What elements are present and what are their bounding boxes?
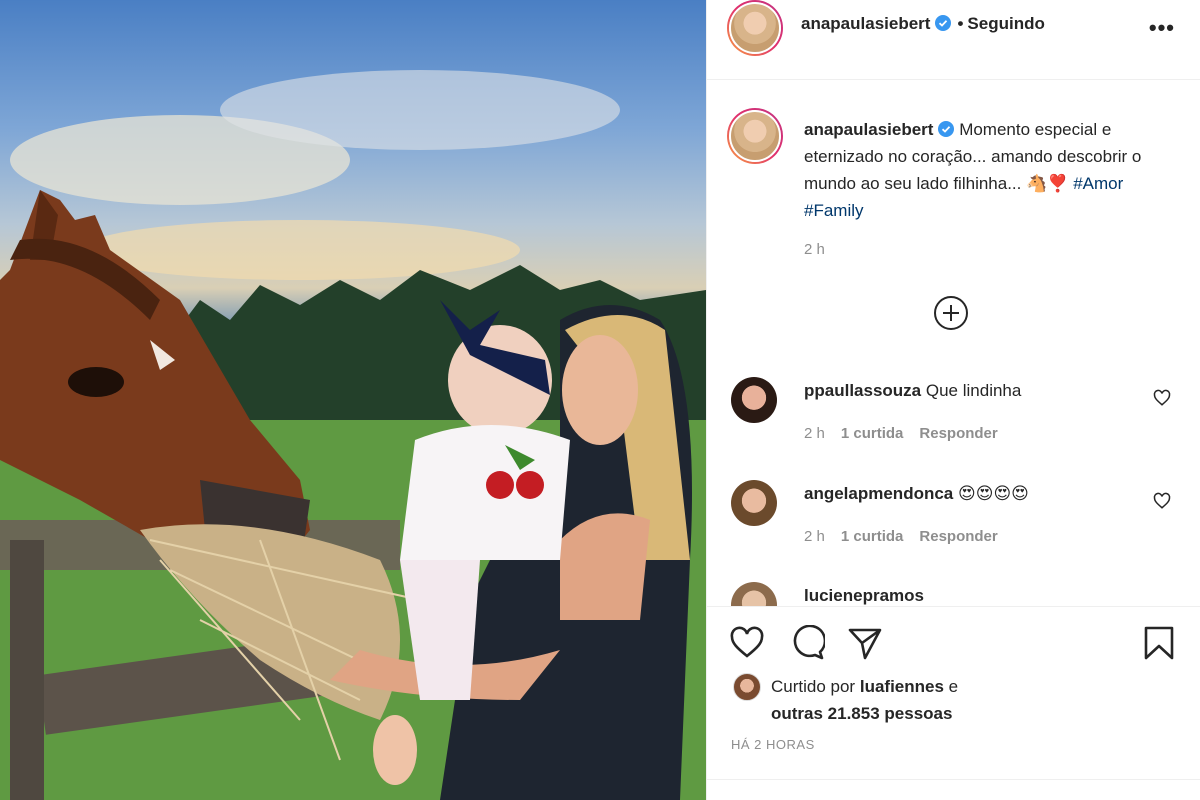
verified-icon [935, 15, 952, 31]
comment-username[interactable]: angelapmendonca [804, 484, 953, 503]
heart-icon[interactable] [1153, 389, 1171, 407]
comment-text: Que lindinha [925, 381, 1022, 400]
likes-conjunction: e [948, 677, 959, 696]
likes-summary: Curtido por luafiennes e outras 21.853 p… [771, 673, 1171, 727]
heart-icon[interactable] [1153, 492, 1171, 510]
liker-username[interactable]: luafiennes [860, 677, 944, 696]
caption-emojis: 🐴❣️ [1026, 174, 1069, 193]
share-icon[interactable] [847, 625, 883, 661]
likes-prefix: Curtido por [771, 677, 856, 696]
comment-time: 2 h [804, 425, 825, 442]
divider [707, 779, 1200, 780]
author-avatar[interactable] [727, 0, 783, 56]
add-comments-icon[interactable] [934, 296, 968, 330]
photo-illustration [0, 70, 706, 800]
comment-icon[interactable] [789, 625, 825, 661]
reply-button[interactable]: Responder [919, 528, 997, 545]
caption-username[interactable]: anapaulasiebert [804, 120, 933, 139]
commenter-avatar[interactable] [731, 377, 777, 423]
comment-item: lucienepramos [707, 582, 1200, 606]
comment-time: 2 h [804, 528, 825, 545]
commenter-avatar[interactable] [731, 480, 777, 526]
commenter-avatar[interactable] [731, 582, 777, 606]
post-caption: anapaulasiebert Momento especial e etern… [804, 116, 1174, 224]
author-username[interactable]: anapaulasiebert [801, 14, 930, 33]
comment-item: angelapmendonca 😍😍😍😍 2 h 1 curtida Respond… [707, 480, 1200, 570]
post-photo[interactable] [0, 0, 706, 800]
header-separator: • [957, 14, 964, 33]
comment-item: ppaullassouza Que lindinha 2 h 1 curtida R… [707, 377, 1200, 467]
author-row: anapaulasiebert • Seguindo [801, 14, 1045, 34]
liker-avatar[interactable] [733, 673, 761, 701]
comment-text: 😍😍😍😍 [958, 484, 1029, 503]
likes-others[interactable]: outras 21.853 pessoas [771, 704, 952, 723]
caption-time: 2 h [804, 241, 825, 258]
post-sidebar: anapaulasiebert • Seguindo ••• anapaulasie… [706, 0, 1200, 800]
hashtag-amor[interactable]: #Amor [1073, 174, 1123, 193]
heart-icon[interactable] [729, 625, 765, 661]
hashtag-family[interactable]: #Family [804, 201, 864, 220]
caption-avatar[interactable] [727, 108, 783, 164]
post-header: anapaulasiebert • Seguindo ••• [707, 0, 1200, 80]
bookmark-icon[interactable] [1141, 625, 1177, 661]
post-actions: Curtido por luafiennes e outras 21.853 p… [707, 606, 1200, 800]
comment-username[interactable]: lucienepramos [804, 586, 924, 605]
reply-button[interactable]: Responder [919, 425, 997, 442]
comment-likes[interactable]: 1 curtida [841, 425, 904, 442]
comment-username[interactable]: ppaullassouza [804, 381, 921, 400]
verified-icon [938, 121, 955, 137]
more-options-button[interactable]: ••• [1149, 15, 1175, 41]
post-timestamp: HÁ 2 HORAS [731, 737, 815, 752]
comment-likes[interactable]: 1 curtida [841, 528, 904, 545]
following-button[interactable]: Seguindo [967, 14, 1044, 33]
